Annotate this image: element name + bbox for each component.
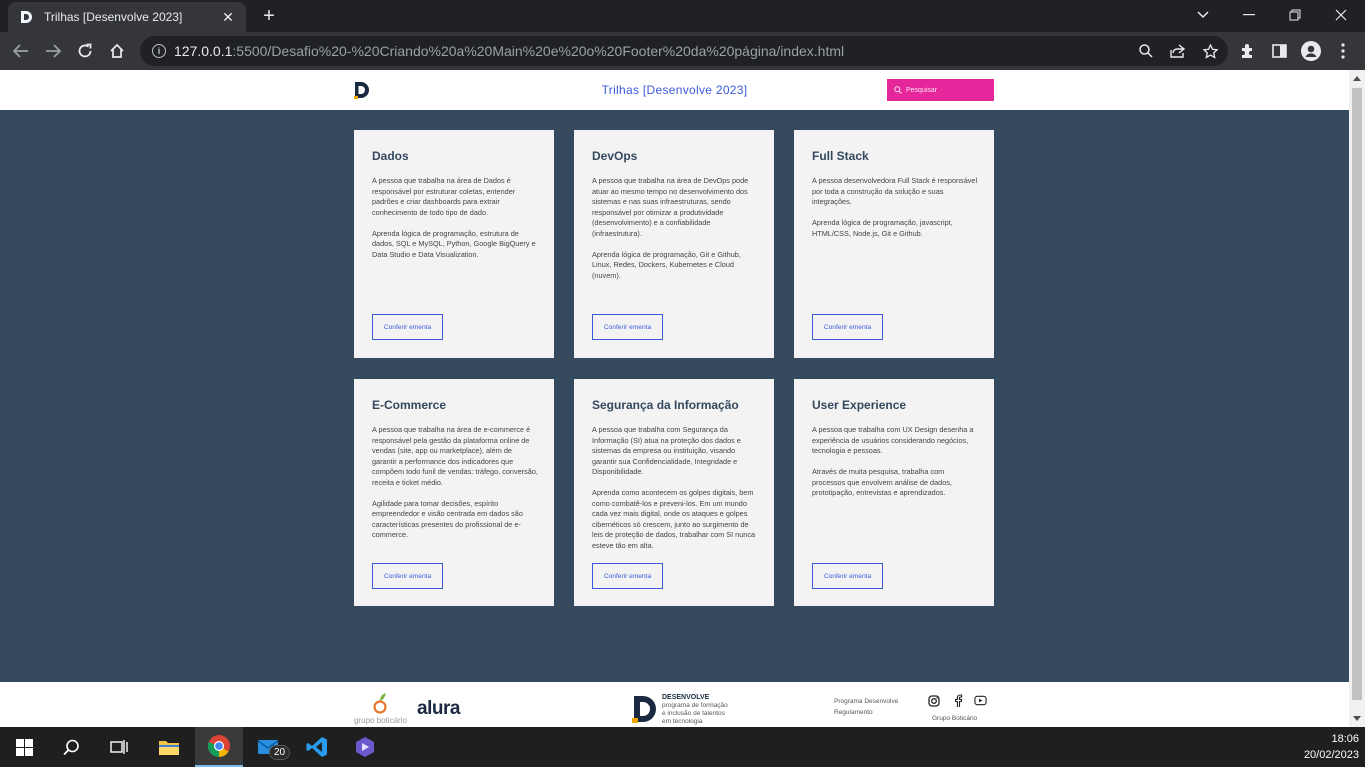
track-card-seguranca-da-informacao: Segurança da Informação A pessoa que tra… xyxy=(574,379,774,606)
grupo-boticario-logo-text: grupo boticário xyxy=(354,716,407,725)
page-viewport: Trilhas [Desenvolve 2023] Pesquisar Dado… xyxy=(0,70,1349,727)
power-automate-icon[interactable] xyxy=(341,727,389,767)
card-title: Segurança da Informação xyxy=(592,398,739,412)
alura-logo[interactable]: alura xyxy=(417,698,460,720)
conferir-ementa-button[interactable]: Conferir ementa xyxy=(592,563,663,589)
card-description: A pessoa que trabalha na área de DevOps … xyxy=(592,176,749,280)
close-tab-icon[interactable]: ✕ xyxy=(220,9,236,26)
minimize-window-button[interactable] xyxy=(1226,0,1272,30)
side-panel-icon[interactable] xyxy=(1269,41,1289,61)
extensions-icon[interactable] xyxy=(1237,41,1257,61)
site-info-icon[interactable]: i xyxy=(152,44,166,58)
scroll-down-arrow-icon[interactable] xyxy=(1353,716,1361,721)
back-button[interactable] xyxy=(9,39,33,63)
chrome-taskbar-icon[interactable] xyxy=(195,727,243,767)
profile-avatar-icon[interactable] xyxy=(1301,41,1321,61)
youtube-icon[interactable] xyxy=(974,694,987,707)
file-explorer-icon[interactable] xyxy=(145,727,193,767)
home-button[interactable] xyxy=(105,39,129,63)
conferir-ementa-button[interactable]: Conferir ementa xyxy=(812,563,883,589)
search-icon[interactable] xyxy=(47,727,95,767)
site-header: Trilhas [Desenvolve 2023] Pesquisar xyxy=(0,70,1349,110)
facebook-icon[interactable] xyxy=(951,694,964,707)
card-description: A pessoa que trabalha com Segurança da I… xyxy=(592,425,756,550)
scroll-up-arrow-icon[interactable] xyxy=(1353,76,1361,81)
vscode-icon[interactable] xyxy=(293,727,341,767)
desenvolve-tagline-3: em tecnologia xyxy=(662,718,703,725)
share-icon[interactable] xyxy=(1168,42,1188,60)
track-card-dados: Dados A pessoa que trabalha na área de D… xyxy=(354,130,554,358)
conferir-ementa-button[interactable]: Conferir ementa xyxy=(372,314,443,340)
new-tab-button[interactable]: + xyxy=(258,5,280,27)
track-card-devops: DevOps A pessoa que trabalha na área de … xyxy=(574,130,774,358)
tab-search-icon[interactable] xyxy=(1180,0,1226,30)
clock-time: 18:06 xyxy=(1331,733,1359,745)
site-footer: grupo boticário alura DESENVOLVE program… xyxy=(0,682,1349,727)
track-card-full-stack: Full Stack A pessoa desenvolvedora Full … xyxy=(794,130,994,358)
bookmark-star-icon[interactable] xyxy=(1200,42,1220,60)
browser-toolbar: i 127.0.0.1:5500/Desafio%20-%20Criando%2… xyxy=(0,32,1365,70)
instagram-icon[interactable] xyxy=(927,694,940,707)
track-card-e-commerce: E-Commerce A pessoa que trabalha na área… xyxy=(354,379,554,606)
desenvolve-tagline-2: e inclusão de talentos xyxy=(662,710,725,717)
address-bar[interactable]: i 127.0.0.1:5500/Desafio%20-%20Criando%2… xyxy=(140,36,1228,66)
reload-button[interactable] xyxy=(73,39,97,63)
conferir-ementa-button[interactable]: Conferir ementa xyxy=(592,314,663,340)
conferir-ementa-button[interactable]: Conferir ementa xyxy=(372,563,443,589)
mail-unread-badge: 20 xyxy=(269,745,291,760)
search-input[interactable]: Pesquisar xyxy=(887,79,994,101)
regulamento-link[interactable]: Regulamento xyxy=(834,709,873,716)
task-view-icon[interactable] xyxy=(95,727,143,767)
browser-menu-icon[interactable] xyxy=(1333,41,1353,61)
restore-window-button[interactable] xyxy=(1272,0,1318,30)
system-clock[interactable]: 18:06 20/02/2023 xyxy=(1304,731,1359,763)
card-description: A pessoa que trabalha com UX Design dese… xyxy=(812,425,974,497)
conferir-ementa-button[interactable]: Conferir ementa xyxy=(812,314,883,340)
mail-app-icon[interactable]: 20 xyxy=(245,727,293,767)
forward-button[interactable] xyxy=(41,39,65,63)
windows-taskbar: 20 18:06 20/02/2023 xyxy=(0,727,1365,767)
clock-date: 20/02/2023 xyxy=(1303,749,1359,761)
card-title: DevOps xyxy=(592,149,638,163)
card-description: A pessoa desenvolvedora Full Stack é res… xyxy=(812,176,978,238)
windows-start-icon[interactable] xyxy=(0,727,48,767)
zoom-icon[interactable] xyxy=(1136,42,1156,60)
card-title: Full Stack xyxy=(812,149,869,163)
search-placeholder: Pesquisar xyxy=(906,86,938,94)
track-card-user-experience: User Experience A pessoa que trabalha co… xyxy=(794,379,994,606)
page-scrollbar[interactable] xyxy=(1349,70,1365,727)
desenvolve-footer-logo-icon[interactable] xyxy=(632,694,658,727)
card-description: A pessoa que trabalha na área de e-comme… xyxy=(372,425,538,539)
browser-tab[interactable]: Trilhas [Desenvolve 2023] ✕ xyxy=(8,2,246,32)
card-title: Dados xyxy=(372,149,409,163)
social-caption: Grupo Boticário xyxy=(932,715,978,722)
card-title: User Experience xyxy=(812,398,907,412)
close-window-button[interactable] xyxy=(1318,0,1364,30)
card-title: E-Commerce xyxy=(372,398,447,412)
scrollbar-thumb[interactable] xyxy=(1352,88,1362,700)
programa-desenvolve-link[interactable]: Programa Desenvolve xyxy=(834,698,898,705)
tab-title: Trilhas [Desenvolve 2023] xyxy=(44,10,183,24)
site-favicon-icon xyxy=(18,9,34,25)
browser-tab-strip: Trilhas [Desenvolve 2023] ✕ + xyxy=(0,0,1365,32)
desenvolve-tagline-1: programa de formação xyxy=(662,702,728,709)
desenvolve-title: DESENVOLVE xyxy=(662,694,710,701)
search-icon xyxy=(894,81,902,99)
grupo-boticario-logo-icon[interactable] xyxy=(372,692,388,719)
url-text: 127.0.0.1:5500/Desafio%20-%20Criando%20a… xyxy=(174,43,845,59)
card-description: A pessoa que trabalha na área de Dados é… xyxy=(372,176,536,259)
site-title: Trilhas [Desenvolve 2023] xyxy=(601,83,748,97)
